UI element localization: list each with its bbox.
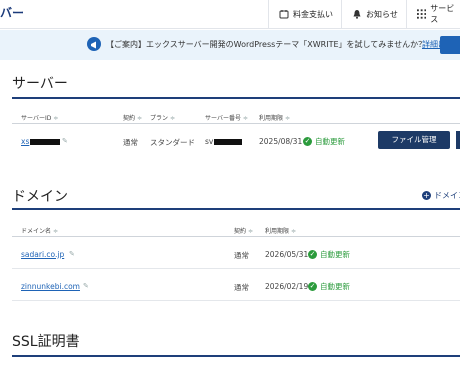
megaphone-icon: [87, 37, 101, 51]
redacted-block: [214, 139, 243, 145]
nav-services[interactable]: サービス: [406, 0, 460, 28]
check-circle-icon: ✓: [303, 137, 312, 146]
notice-button[interactable]: [440, 36, 460, 54]
nav-services-label: サービス: [430, 4, 455, 24]
col-expiry[interactable]: 利用期限 ≑: [259, 113, 290, 122]
col-contract[interactable]: 契約 ≑: [123, 113, 142, 122]
col-contract[interactable]: 契約 ≑: [234, 226, 253, 235]
nav-payment[interactable]: 料金支払い: [268, 0, 333, 28]
plus-circle-icon: +: [422, 191, 431, 200]
notice-text: 【ご案内】エックスサーバー開発のWordPressテーマ「XWRITE」を試して…: [106, 40, 427, 49]
server-expiry: 2025/08/31: [259, 137, 303, 146]
edit-pencil-icon[interactable]: ✎: [62, 137, 68, 145]
server-id[interactable]: xs: [21, 137, 61, 146]
row-divider: [12, 300, 460, 301]
notice-banner: 【ご案内】エックスサーバー開発のWordPressテーマ「XWRITE」を試して…: [0, 30, 460, 60]
col-plan[interactable]: プラン ≑: [150, 113, 175, 122]
grid-icon: [417, 9, 427, 19]
row-divider: [12, 268, 460, 269]
nav-payment-label: 料金支払い: [293, 9, 333, 19]
redacted-block: [30, 139, 61, 145]
domain-expiry: 2026/02/19: [265, 282, 309, 291]
server-number: sv: [205, 137, 243, 146]
domain-status: ✓ 自動更新: [308, 250, 350, 259]
add-domain-button[interactable]: + ドメイン: [422, 190, 460, 201]
section-divider: [12, 208, 460, 210]
header-divider: [12, 236, 460, 237]
file-manager-button[interactable]: ファイル管理: [378, 131, 450, 149]
col-expiry[interactable]: 利用期限 ≑: [265, 226, 296, 235]
section-divider: [12, 97, 460, 99]
nav-news-label: お知らせ: [366, 9, 398, 19]
domain-name-link[interactable]: zinnunkebi.com: [21, 282, 80, 291]
domain-contract: 通常: [234, 251, 249, 260]
edit-pencil-icon[interactable]: ✎: [69, 250, 75, 258]
check-circle-icon: ✓: [308, 250, 317, 259]
domain-expiry: 2026/05/31: [265, 250, 309, 259]
domain-status: ✓ 自動更新: [308, 282, 350, 291]
header-divider: [12, 123, 460, 124]
domain-section-title: ドメイン: [12, 189, 68, 205]
bell-icon: [353, 10, 361, 19]
server-section-title: サーバー: [12, 76, 68, 92]
domain-contract: 通常: [234, 283, 249, 292]
domain-name-link[interactable]: sadari.co.jp: [21, 250, 64, 259]
nav-news[interactable]: お知らせ: [341, 0, 398, 28]
col-domain-name[interactable]: ドメイン名 ≑: [21, 226, 58, 235]
col-server-id[interactable]: サーバーID ≑: [21, 113, 58, 122]
check-circle-icon: ✓: [308, 282, 317, 291]
section-divider: [12, 355, 460, 357]
server-status: ✓ 自動更新: [303, 137, 345, 146]
next-action-button[interactable]: [456, 131, 460, 149]
server-plan: スタンダード: [150, 138, 195, 147]
brand-logo[interactable]: バー: [0, 4, 24, 21]
payment-icon: [279, 10, 289, 19]
top-bar: バー 料金支払い お知らせ サービス: [0, 0, 460, 29]
col-server-number[interactable]: サーバー番号 ≑: [205, 113, 248, 122]
server-contract: 通常: [123, 138, 138, 147]
ssl-section-title: SSL証明書: [12, 334, 80, 350]
edit-pencil-icon[interactable]: ✎: [83, 282, 89, 290]
